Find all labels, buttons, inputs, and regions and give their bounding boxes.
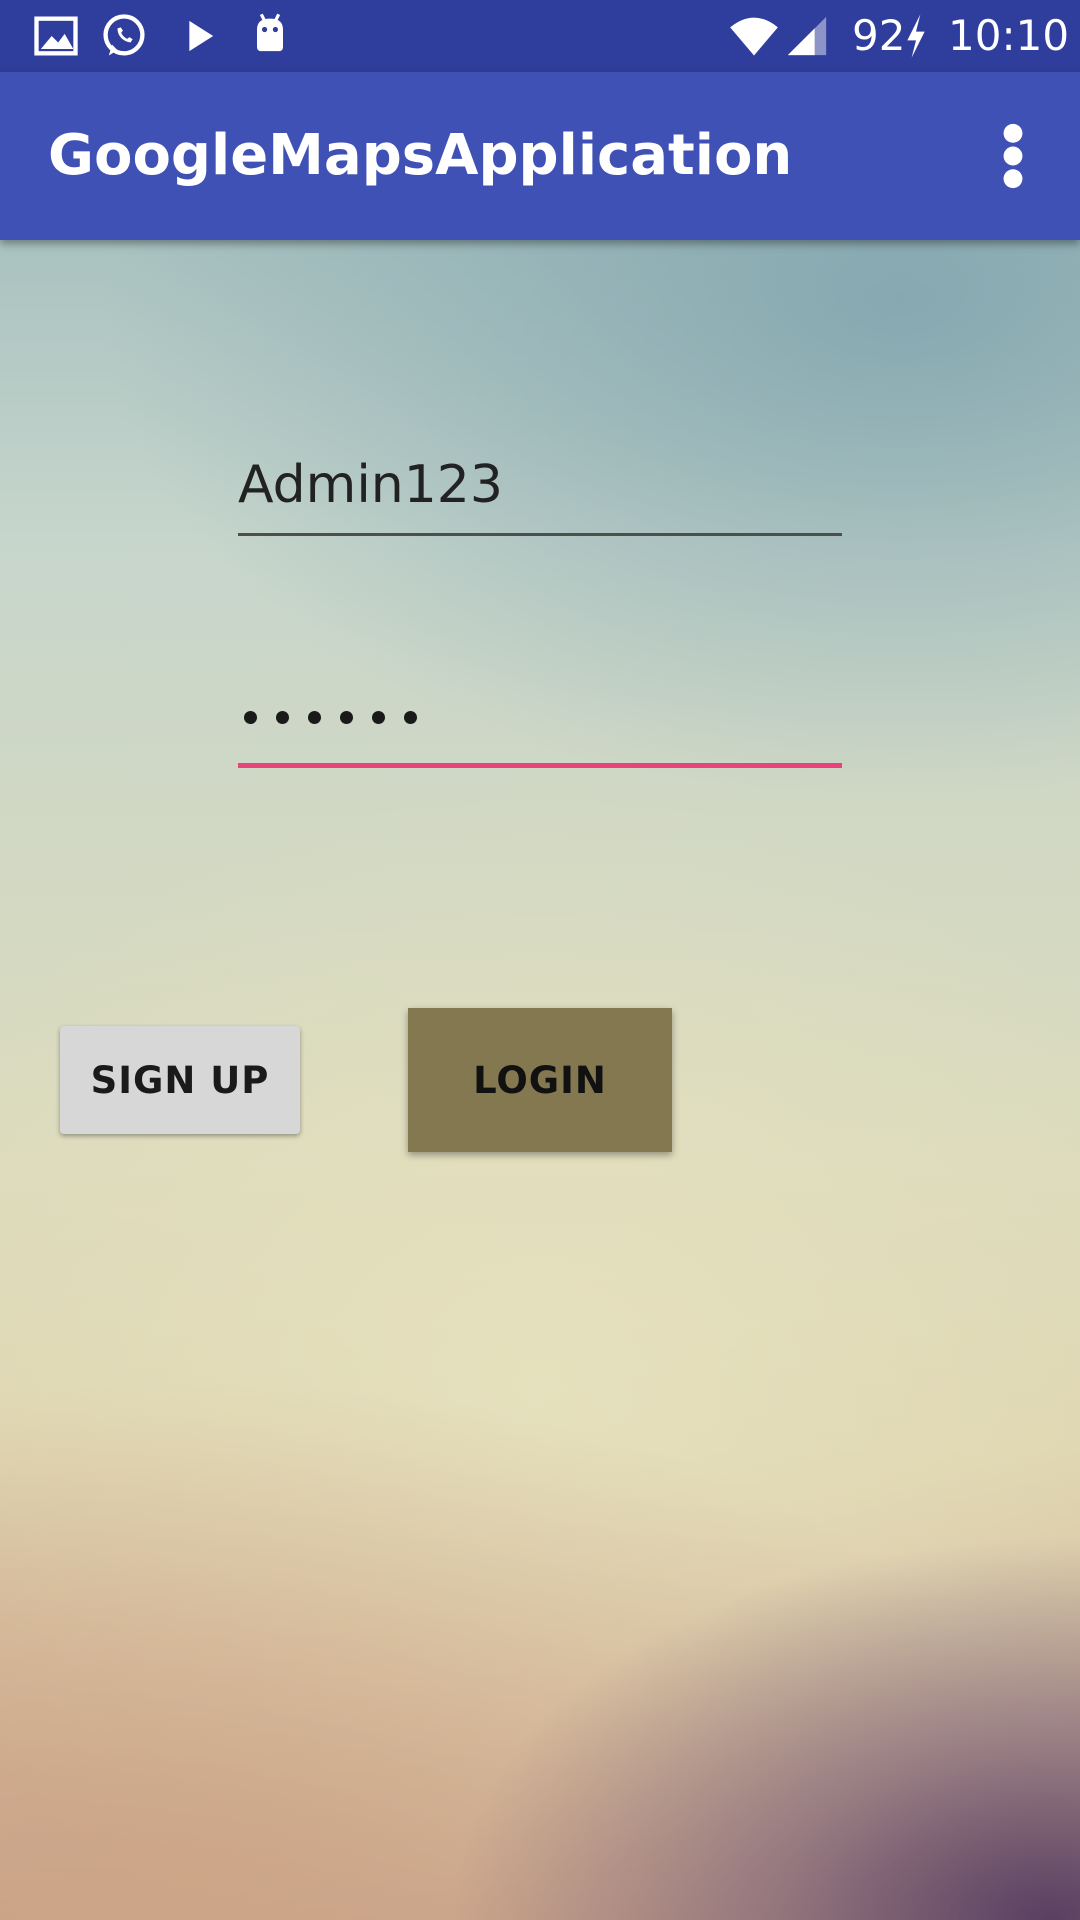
android-icon	[244, 10, 296, 62]
password-masked-value	[244, 672, 417, 762]
password-dot	[308, 710, 321, 724]
password-dot	[340, 710, 353, 724]
wifi-icon	[726, 10, 782, 62]
password-dot	[276, 710, 289, 724]
password-field[interactable]	[238, 672, 842, 768]
password-dot	[372, 710, 385, 724]
username-value: Admin123	[238, 455, 503, 515]
more-vertical-icon[interactable]	[990, 122, 1036, 190]
status-bar: 92 10:10	[0, 0, 1080, 72]
app-title: GoogleMapsApplication	[48, 123, 793, 188]
password-underline-focused	[238, 763, 842, 768]
username-underline	[238, 533, 842, 536]
play-icon	[172, 10, 224, 62]
app-bar: GoogleMapsApplication	[0, 72, 1080, 240]
clock: 10:10	[948, 11, 1070, 60]
battery-level: 92	[852, 11, 906, 60]
username-field[interactable]: Admin123	[238, 440, 842, 536]
password-dot	[244, 710, 257, 724]
password-dot	[404, 710, 417, 724]
login-button[interactable]: LOGIN	[408, 1008, 672, 1152]
cell-signal-icon	[784, 10, 830, 62]
sign-up-button[interactable]: SIGN UP	[60, 1026, 300, 1134]
charging-bolt-icon	[900, 10, 932, 62]
whatsapp-icon	[98, 10, 150, 62]
image-icon	[30, 10, 82, 62]
